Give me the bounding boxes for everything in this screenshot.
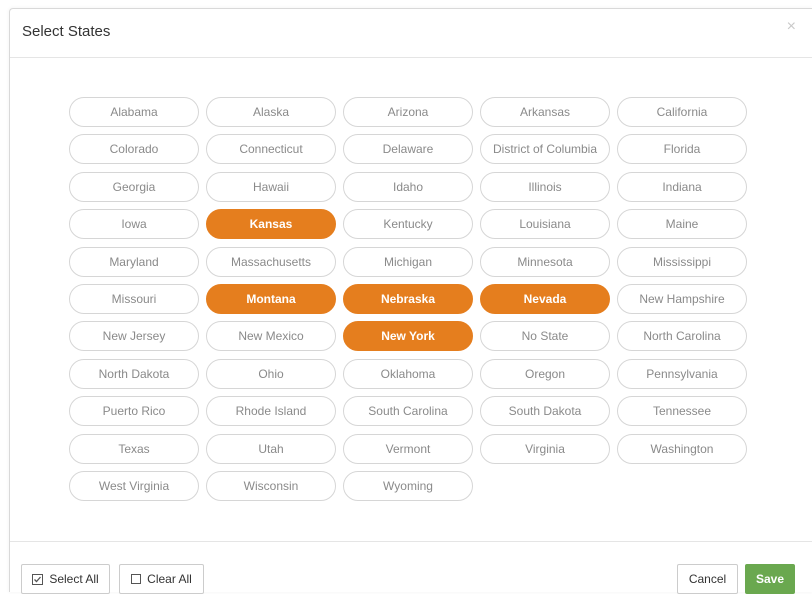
- modal-header: Select States ×: [10, 9, 812, 58]
- state-toggle-button[interactable]: Minnesota: [480, 246, 610, 277]
- state-toggle-button[interactable]: Wisconsin: [206, 470, 336, 501]
- state-toggle-button[interactable]: Wyoming: [343, 470, 473, 501]
- state-toggle-button[interactable]: Nebraska: [343, 283, 473, 314]
- state-toggle-button[interactable]: Massachusetts: [206, 246, 336, 277]
- state-toggle-button[interactable]: Idaho: [343, 171, 473, 202]
- state-toggle-button[interactable]: Nevada: [480, 283, 610, 314]
- state-toggle-button[interactable]: Illinois: [480, 171, 610, 202]
- state-toggle-button[interactable]: South Carolina: [343, 396, 473, 427]
- state-toggle-button[interactable]: Montana: [206, 283, 336, 314]
- state-toggle-button[interactable]: Vermont: [343, 433, 473, 464]
- state-toggle-button[interactable]: Kansas: [206, 209, 336, 240]
- save-button[interactable]: Save: [745, 564, 795, 594]
- state-toggle-button[interactable]: Florida: [617, 134, 747, 165]
- select-states-modal: Select States × Alabama Alaska Arizona Arka…: [9, 8, 812, 594]
- state-toggle-button[interactable]: Delaware: [343, 134, 473, 165]
- state-toggle-button[interactable]: Georgia: [69, 171, 199, 202]
- state-toggle-button[interactable]: Arizona: [343, 97, 473, 127]
- state-toggle-button[interactable]: Washington: [617, 433, 747, 464]
- state-toggle-button[interactable]: California: [617, 97, 747, 127]
- state-toggle-button[interactable]: North Carolina: [617, 321, 747, 352]
- state-toggle-button[interactable]: New Jersey: [69, 321, 199, 352]
- state-toggle-button[interactable]: Colorado: [69, 134, 199, 165]
- state-toggle-button[interactable]: Hawaii: [206, 171, 336, 202]
- state-toggle-button[interactable]: New Hampshire: [617, 283, 747, 314]
- state-grid: Alabama Alaska Arizona Arkansas California Co…: [69, 97, 749, 501]
- state-toggle-button[interactable]: Louisiana: [480, 209, 610, 240]
- select-all-button[interactable]: Select All: [21, 564, 110, 594]
- state-toggle-button[interactable]: Oregon: [480, 358, 610, 389]
- state-toggle-button[interactable]: Iowa: [69, 209, 199, 240]
- modal-title: Select States: [22, 23, 111, 40]
- state-toggle-button[interactable]: Mississippi: [617, 246, 747, 277]
- state-toggle-button[interactable]: Indiana: [617, 171, 747, 202]
- checked-square-icon: [32, 573, 44, 585]
- state-toggle-button[interactable]: Missouri: [69, 283, 199, 314]
- state-toggle-button[interactable]: Ohio: [206, 358, 336, 389]
- state-toggle-button[interactable]: Maine: [617, 209, 747, 240]
- state-toggle-button[interactable]: No State: [480, 321, 610, 352]
- state-toggle-button[interactable]: New Mexico: [206, 321, 336, 352]
- state-toggle-button[interactable]: Tennessee: [617, 396, 747, 427]
- state-toggle-button[interactable]: Maryland: [69, 246, 199, 277]
- state-toggle-button[interactable]: Pennsylvania: [617, 358, 747, 389]
- state-toggle-button[interactable]: West Virginia: [69, 470, 199, 501]
- state-toggle-button[interactable]: Alabama: [69, 97, 199, 127]
- empty-square-icon: [131, 574, 142, 584]
- state-toggle-button[interactable]: South Dakota: [480, 396, 610, 427]
- state-toggle-button[interactable]: Arkansas: [480, 97, 610, 127]
- state-toggle-button[interactable]: Utah: [206, 433, 336, 464]
- state-toggle-button[interactable]: Connecticut: [206, 134, 336, 165]
- state-toggle-button[interactable]: New York: [343, 321, 473, 352]
- state-toggle-button[interactable]: Puerto Rico: [69, 396, 199, 427]
- cancel-button[interactable]: Cancel: [677, 564, 738, 594]
- state-toggle-button[interactable]: Michigan: [343, 246, 473, 277]
- state-toggle-button[interactable]: Alaska: [206, 97, 336, 127]
- state-toggle-button[interactable]: District of Columbia: [480, 134, 610, 165]
- clear-all-label: Clear All: [147, 572, 192, 586]
- select-all-label: Select All: [49, 572, 99, 586]
- state-toggle-button[interactable]: North Dakota: [69, 358, 199, 389]
- modal-footer: Select All Clear All Cancel Save: [10, 541, 812, 594]
- state-toggle-button[interactable]: Texas: [69, 433, 199, 464]
- state-toggle-button[interactable]: Oklahoma: [343, 358, 473, 389]
- clear-all-button[interactable]: Clear All: [119, 564, 204, 594]
- state-toggle-button[interactable]: Virginia: [480, 433, 610, 464]
- state-toggle-button[interactable]: Rhode Island: [206, 396, 336, 427]
- close-icon[interactable]: ×: [787, 19, 796, 35]
- state-toggle-button[interactable]: Kentucky: [343, 209, 473, 240]
